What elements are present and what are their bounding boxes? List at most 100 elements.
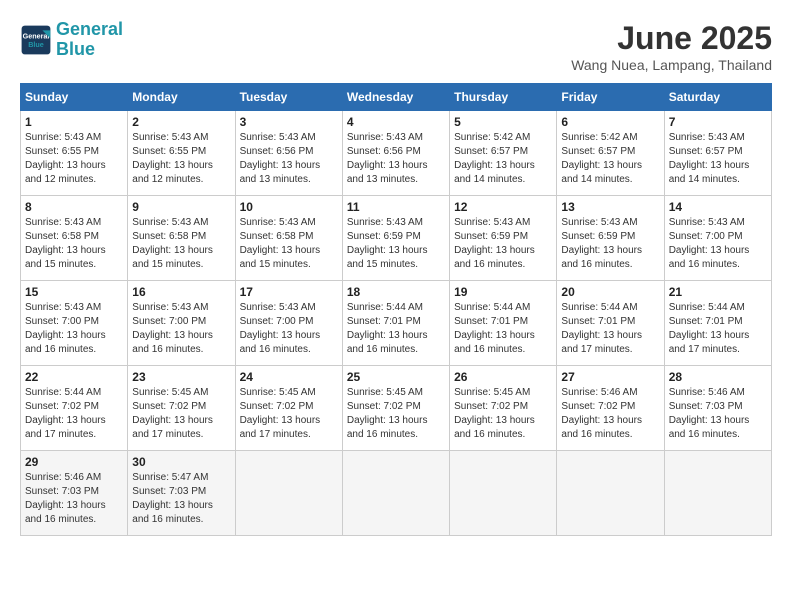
calendar-table: SundayMondayTuesdayWednesdayThursdayFrid… <box>20 83 772 536</box>
day-number: 27 <box>561 370 659 384</box>
day-number: 1 <box>25 115 123 129</box>
day-cell-20: 20 Sunrise: 5:44 AM Sunset: 7:01 PM Dayli… <box>557 281 664 366</box>
day-cell-3: 3 Sunrise: 5:43 AM Sunset: 6:56 PM Daylig… <box>235 111 342 196</box>
day-number: 11 <box>347 200 445 214</box>
day-cell-7: 7Sunrise: 5:43 AM Sunset: 6:57 PM Daylig… <box>664 111 771 196</box>
day-info: Sunrise: 5:43 AM Sunset: 7:00 PM Dayligh… <box>132 301 230 357</box>
day-info: Sunrise: 5:43 AM Sunset: 6:59 PM Dayligh… <box>347 216 445 272</box>
day-number: 28 <box>669 370 767 384</box>
day-info: Sunrise: 5:44 AM Sunset: 7:01 PM Dayligh… <box>454 301 552 357</box>
day-cell-14: 14 Sunrise: 5:43 AM Sunset: 7:00 PM Dayli… <box>664 196 771 281</box>
day-info: Sunrise: 5:44 AM Sunset: 7:01 PM Dayligh… <box>561 301 659 357</box>
title-area: June 2025 Wang Nuea, Lampang, Thailand <box>571 20 772 73</box>
day-number: 12 <box>454 200 552 214</box>
day-info: Sunrise: 5:46 AM Sunset: 7:03 PM Dayligh… <box>669 386 767 442</box>
day-info: Sunrise: 5:47 AM Sunset: 7:03 PM Dayligh… <box>132 471 230 527</box>
logo-blue: Blue <box>56 39 95 59</box>
day-info: Sunrise: 5:44 AM Sunset: 7:01 PM Dayligh… <box>347 301 445 357</box>
day-cell-29: 29Sunrise: 5:46 AM Sunset: 7:03 PM Dayli… <box>21 451 128 536</box>
day-cell-27: 27 Sunrise: 5:46 AM Sunset: 7:02 PM Dayli… <box>557 366 664 451</box>
day-info: Sunrise: 5:43 AM Sunset: 7:00 PM Dayligh… <box>25 301 123 357</box>
day-info: Sunrise: 5:45 AM Sunset: 7:02 PM Dayligh… <box>454 386 552 442</box>
day-info: Sunrise: 5:43 AM Sunset: 6:58 PM Dayligh… <box>25 216 123 272</box>
day-info: Sunrise: 5:45 AM Sunset: 7:02 PM Dayligh… <box>347 386 445 442</box>
day-number: 15 <box>25 285 123 299</box>
day-info: Sunrise: 5:43 AM Sunset: 6:55 PM Dayligh… <box>132 131 230 187</box>
day-number: 18 <box>347 285 445 299</box>
day-number: 7 <box>669 115 767 129</box>
day-cell-10: 10 Sunrise: 5:43 AM Sunset: 6:58 PM Dayli… <box>235 196 342 281</box>
day-cell-25: 25 Sunrise: 5:45 AM Sunset: 7:02 PM Dayli… <box>342 366 449 451</box>
day-number: 8 <box>25 200 123 214</box>
day-info: Sunrise: 5:42 AM Sunset: 6:57 PM Dayligh… <box>561 131 659 187</box>
logo-icon: General Blue <box>20 24 52 56</box>
day-cell-13: 13 Sunrise: 5:43 AM Sunset: 6:59 PM Dayli… <box>557 196 664 281</box>
day-info: Sunrise: 5:46 AM Sunset: 7:02 PM Dayligh… <box>561 386 659 442</box>
day-number: 25 <box>347 370 445 384</box>
day-info: Sunrise: 5:43 AM Sunset: 6:59 PM Dayligh… <box>561 216 659 272</box>
day-cell-11: 11 Sunrise: 5:43 AM Sunset: 6:59 PM Dayli… <box>342 196 449 281</box>
day-cell-16: 16Sunrise: 5:43 AM Sunset: 7:00 PM Dayli… <box>128 281 235 366</box>
empty-cell <box>342 451 449 536</box>
day-info: Sunrise: 5:45 AM Sunset: 7:02 PM Dayligh… <box>132 386 230 442</box>
day-info: Sunrise: 5:43 AM Sunset: 6:56 PM Dayligh… <box>347 131 445 187</box>
location: Wang Nuea, Lampang, Thailand <box>571 57 772 73</box>
day-cell-6: 6 Sunrise: 5:42 AM Sunset: 6:57 PM Daylig… <box>557 111 664 196</box>
day-number: 5 <box>454 115 552 129</box>
day-number: 21 <box>669 285 767 299</box>
day-info: Sunrise: 5:44 AM Sunset: 7:02 PM Dayligh… <box>25 386 123 442</box>
day-cell-4: 4 Sunrise: 5:43 AM Sunset: 6:56 PM Daylig… <box>342 111 449 196</box>
day-cell-26: 26Sunrise: 5:45 AM Sunset: 7:02 PM Dayli… <box>450 366 557 451</box>
day-number: 30 <box>132 455 230 469</box>
day-number: 10 <box>240 200 338 214</box>
day-info: Sunrise: 5:43 AM Sunset: 6:56 PM Dayligh… <box>240 131 338 187</box>
day-cell-23: 23 Sunrise: 5:45 AM Sunset: 7:02 PM Dayli… <box>128 366 235 451</box>
day-info: Sunrise: 5:45 AM Sunset: 7:02 PM Dayligh… <box>240 386 338 442</box>
day-cell-5: 5 Sunrise: 5:42 AM Sunset: 6:57 PM Daylig… <box>450 111 557 196</box>
day-number: 13 <box>561 200 659 214</box>
day-cell-15: 15 Sunrise: 5:43 AM Sunset: 7:00 PM Dayli… <box>21 281 128 366</box>
day-cell-19: 19 Sunrise: 5:44 AM Sunset: 7:01 PM Dayli… <box>450 281 557 366</box>
day-cell-12: 12 Sunrise: 5:43 AM Sunset: 6:59 PM Dayli… <box>450 196 557 281</box>
day-cell-28: 28 Sunrise: 5:46 AM Sunset: 7:03 PM Dayli… <box>664 366 771 451</box>
week-row-1: 1 Sunrise: 5:43 AM Sunset: 6:55 PM Daylig… <box>21 111 772 196</box>
weekday-header-tuesday: Tuesday <box>235 84 342 111</box>
weekday-header-row: SundayMondayTuesdayWednesdayThursdayFrid… <box>21 84 772 111</box>
day-cell-24: 24Sunrise: 5:45 AM Sunset: 7:02 PM Dayli… <box>235 366 342 451</box>
day-info: Sunrise: 5:43 AM Sunset: 6:58 PM Dayligh… <box>240 216 338 272</box>
day-cell-9: 9Sunrise: 5:43 AM Sunset: 6:58 PM Daylig… <box>128 196 235 281</box>
day-number: 4 <box>347 115 445 129</box>
empty-cell <box>235 451 342 536</box>
day-number: 17 <box>240 285 338 299</box>
weekday-header-monday: Monday <box>128 84 235 111</box>
day-number: 3 <box>240 115 338 129</box>
day-number: 23 <box>132 370 230 384</box>
day-number: 6 <box>561 115 659 129</box>
day-cell-2: 2Sunrise: 5:43 AM Sunset: 6:55 PM Daylig… <box>128 111 235 196</box>
day-cell-8: 8 Sunrise: 5:43 AM Sunset: 6:58 PM Daylig… <box>21 196 128 281</box>
empty-cell <box>557 451 664 536</box>
week-row-5: 29Sunrise: 5:46 AM Sunset: 7:03 PM Dayli… <box>21 451 772 536</box>
day-cell-30: 30 Sunrise: 5:47 AM Sunset: 7:03 PM Dayli… <box>128 451 235 536</box>
weekday-header-wednesday: Wednesday <box>342 84 449 111</box>
day-info: Sunrise: 5:43 AM Sunset: 7:00 PM Dayligh… <box>669 216 767 272</box>
weekday-header-friday: Friday <box>557 84 664 111</box>
logo-general: General <box>56 19 123 39</box>
day-info: Sunrise: 5:46 AM Sunset: 7:03 PM Dayligh… <box>25 471 123 527</box>
day-number: 14 <box>669 200 767 214</box>
day-info: Sunrise: 5:44 AM Sunset: 7:01 PM Dayligh… <box>669 301 767 357</box>
day-cell-21: 21 Sunrise: 5:44 AM Sunset: 7:01 PM Dayli… <box>664 281 771 366</box>
week-row-4: 22Sunrise: 5:44 AM Sunset: 7:02 PM Dayli… <box>21 366 772 451</box>
day-number: 9 <box>132 200 230 214</box>
week-row-3: 15 Sunrise: 5:43 AM Sunset: 7:00 PM Dayli… <box>21 281 772 366</box>
day-number: 19 <box>454 285 552 299</box>
day-info: Sunrise: 5:43 AM Sunset: 7:00 PM Dayligh… <box>240 301 338 357</box>
day-cell-17: 17 Sunrise: 5:43 AM Sunset: 7:00 PM Dayli… <box>235 281 342 366</box>
weekday-header-thursday: Thursday <box>450 84 557 111</box>
empty-cell <box>450 451 557 536</box>
day-number: 20 <box>561 285 659 299</box>
day-info: Sunrise: 5:43 AM Sunset: 6:59 PM Dayligh… <box>454 216 552 272</box>
day-cell-1: 1Sunrise: 5:43 AM Sunset: 6:55 PM Daylig… <box>21 111 128 196</box>
day-info: Sunrise: 5:42 AM Sunset: 6:57 PM Dayligh… <box>454 131 552 187</box>
weekday-header-saturday: Saturday <box>664 84 771 111</box>
